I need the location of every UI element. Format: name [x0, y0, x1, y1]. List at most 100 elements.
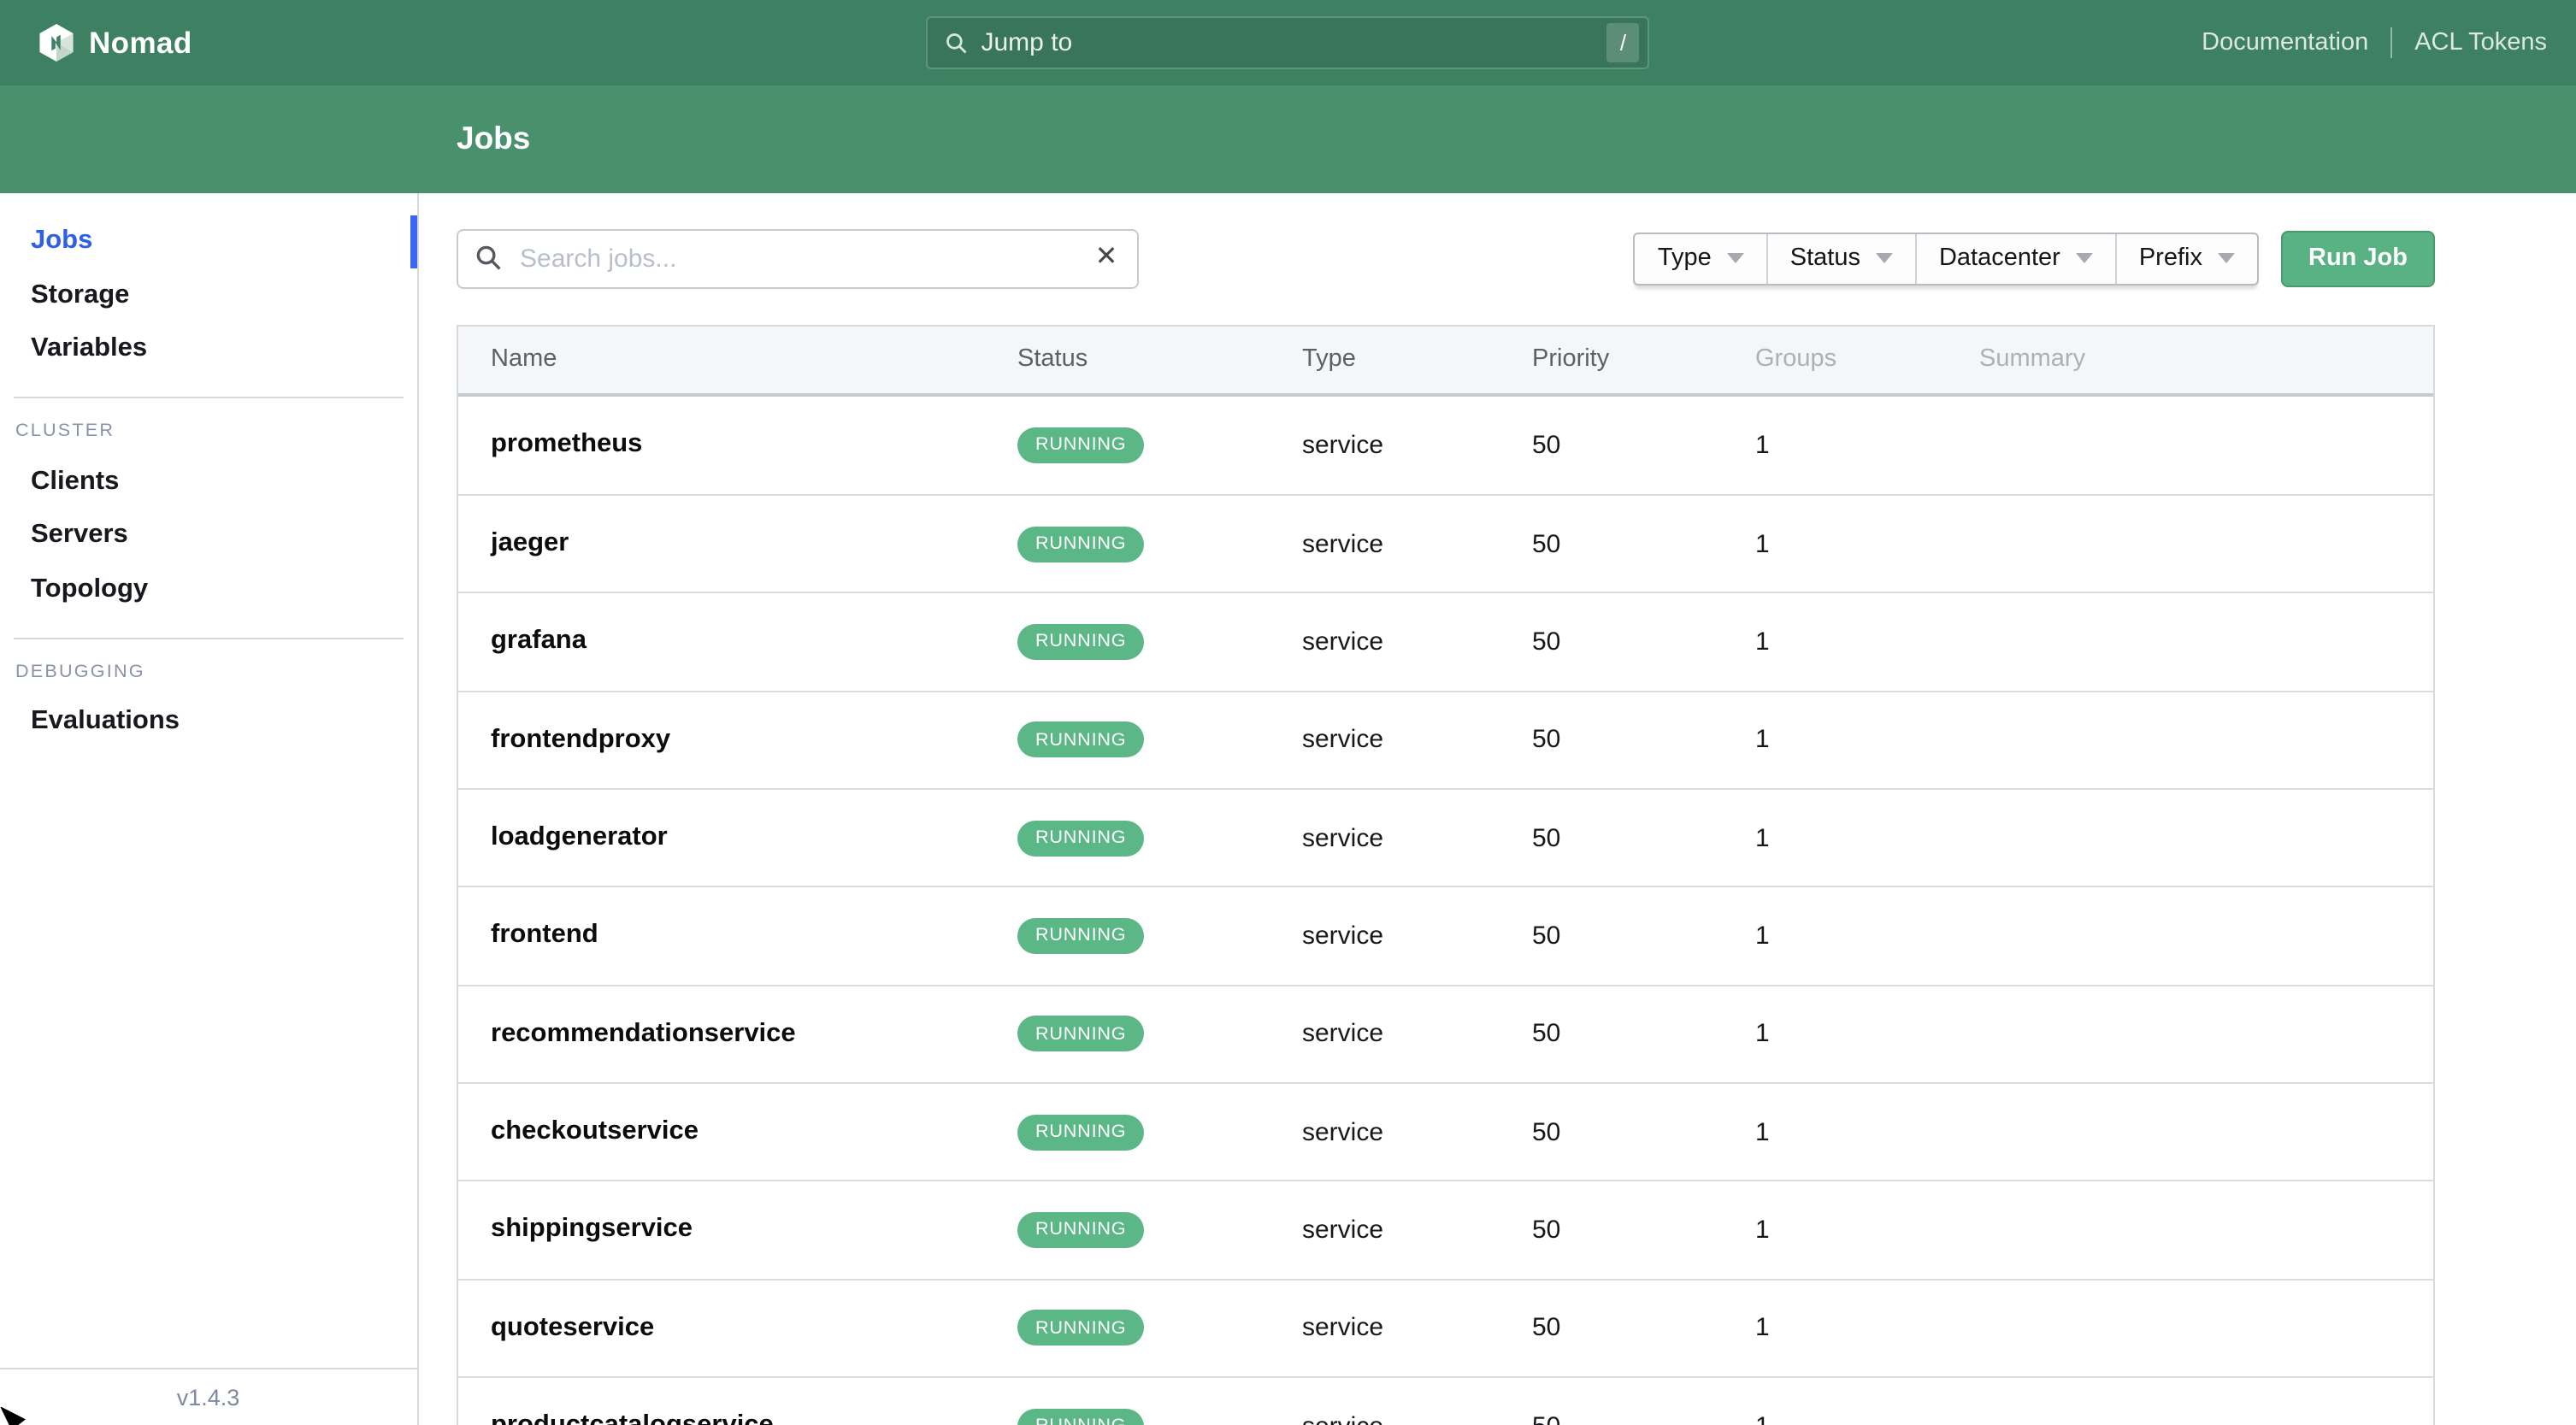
sidebar-divider [14, 637, 403, 639]
search-icon [946, 31, 970, 55]
jump-to-search[interactable]: Jump to / [926, 16, 1650, 69]
chevron-down-icon [1875, 253, 1893, 263]
close-icon[interactable]: ✕ [1084, 235, 1129, 280]
sidebar: Jobs Storage Variables CLUSTER Clients S… [0, 192, 418, 1425]
link-divider [2390, 27, 2393, 58]
job-type: service [1302, 921, 1384, 951]
table-row[interactable]: checkoutservice RUNNING service 50 1 [458, 1081, 2433, 1181]
jobs-toolbar: ✕ Type Status Datacenter [457, 228, 2435, 288]
job-type: service [1302, 1215, 1384, 1245]
job-priority: 50 [1532, 1215, 1561, 1245]
filter-datacenter[interactable]: Datacenter [1914, 233, 2115, 283]
job-name: jaeger [491, 528, 569, 558]
table-row[interactable]: productcatalogservice RUNNING service 50… [458, 1375, 2433, 1425]
nomad-brand[interactable]: Nomad [39, 24, 192, 62]
sidebar-item-variables[interactable]: Variables [0, 322, 416, 376]
status-badge: RUNNING [1017, 1408, 1302, 1425]
job-name: recommendationservice [491, 1018, 796, 1048]
table-row[interactable]: jaeger RUNNING service 50 1 [458, 493, 2433, 592]
toolbar-right: Type Status Datacenter Prefix Run Job [1633, 230, 2435, 286]
table-row[interactable]: grafana RUNNING service 50 1 [458, 592, 2433, 691]
job-groups: 1 [1755, 921, 1770, 951]
job-priority: 50 [1532, 1411, 1755, 1425]
filter-status[interactable]: Status [1765, 233, 1915, 283]
sidebar-section-debugging: DEBUGGING [15, 661, 145, 681]
table-row[interactable]: loadgenerator RUNNING service 50 1 [458, 787, 2433, 886]
job-priority: 50 [1532, 1019, 1561, 1049]
job-name: grafana [491, 626, 587, 656]
table-row[interactable]: recommendationservice RUNNING service 50… [458, 984, 2433, 1082]
job-type: service [1302, 430, 1384, 460]
job-name: checkoutservice [491, 1116, 699, 1146]
job-groups: 1 [1755, 627, 1770, 657]
body-row: Jobs Storage Variables CLUSTER Clients S… [0, 192, 2576, 1425]
job-type: service [1302, 627, 1384, 657]
column-header-status[interactable]: Status [1017, 346, 1302, 374]
nomad-logo-icon [39, 24, 74, 62]
sidebar-divider [14, 397, 403, 398]
job-groups: 1 [1755, 1411, 1979, 1425]
sidebar-item-storage[interactable]: Storage [0, 268, 416, 322]
sidebar-item-label: Servers [31, 520, 128, 550]
documentation-link[interactable]: Documentation [2202, 29, 2368, 56]
sidebar-item-topology[interactable]: Topology [0, 562, 416, 616]
search-icon [475, 244, 503, 280]
status-badge: RUNNING [1017, 721, 1302, 758]
job-type: service [1302, 725, 1384, 755]
sidebar-item-label: Variables [31, 333, 148, 363]
sidebar-item-label: Jobs [31, 226, 93, 256]
jobs-table-header: Name Status Type Priority Groups Summary [458, 327, 2433, 396]
filter-type[interactable]: Type [1636, 233, 1766, 283]
jobs-search-box: ✕ [457, 228, 1139, 288]
filter-label: Datacenter [1938, 244, 2060, 272]
status-badge: RUNNING [1017, 820, 1302, 857]
sidebar-item-servers[interactable]: Servers [0, 509, 416, 562]
column-header-name[interactable]: Name [491, 346, 1017, 374]
job-groups: 1 [1755, 1019, 1770, 1049]
page-title: Jobs [457, 120, 531, 156]
run-job-button[interactable]: Run Job [2281, 230, 2435, 286]
active-indicator [410, 215, 416, 268]
job-name: prometheus [491, 429, 643, 459]
job-groups: 1 [1755, 529, 1770, 559]
filter-prefix[interactable]: Prefix [2114, 233, 2257, 283]
table-row[interactable]: prometheus RUNNING service 50 1 [458, 396, 2433, 494]
table-row[interactable]: shippingservice RUNNING service 50 1 [458, 1180, 2433, 1279]
status-badge: RUNNING [1017, 526, 1302, 562]
job-table-body: prometheus RUNNING service 50 1 jaeger R… [458, 396, 2433, 1425]
chevron-down-icon [2075, 253, 2093, 263]
status-badge: RUNNING [1017, 1310, 1302, 1346]
job-groups: 1 [1755, 725, 1770, 755]
status-badge: RUNNING [1017, 1211, 1302, 1248]
acl-tokens-link[interactable]: ACL Tokens [2414, 29, 2547, 56]
sidebar-section-cluster: CLUSTER [15, 421, 115, 441]
sidebar-item-label: Clients [31, 466, 120, 496]
jump-to-placeholder: Jump to [981, 28, 1073, 57]
job-priority: 50 [1532, 1117, 1561, 1147]
column-header-type[interactable]: Type [1302, 346, 1532, 374]
sidebar-item-evaluations[interactable]: Evaluations [0, 695, 416, 749]
job-type: service [1302, 529, 1384, 559]
sidebar-item-label: Storage [31, 280, 130, 309]
sidebar-item-clients[interactable]: Clients [0, 455, 416, 509]
job-groups: 1 [1755, 823, 1770, 853]
table-row[interactable]: frontendproxy RUNNING service 50 1 [458, 690, 2433, 788]
job-name: frontendproxy [491, 724, 671, 754]
job-priority: 50 [1532, 823, 1561, 853]
status-badge: RUNNING [1017, 623, 1302, 660]
screen: Nomad Jump to / Documentation ACL Tokens… [0, 0, 2576, 1425]
jobs-table: Name Status Type Priority Groups Summary… [457, 325, 2435, 1425]
sidebar-item-jobs[interactable]: Jobs [0, 215, 416, 268]
table-row[interactable]: quoteservice RUNNING service 50 1 [458, 1278, 2433, 1376]
job-name: frontend [491, 920, 598, 950]
jobs-search-input[interactable] [457, 228, 1139, 288]
table-row[interactable]: frontend RUNNING service 50 1 [458, 886, 2433, 985]
version-label: v1.4.3 [0, 1367, 416, 1425]
filter-group: Type Status Datacenter Prefix [1633, 232, 2259, 285]
filter-label: Prefix [2138, 244, 2202, 272]
job-type: service [1302, 823, 1384, 853]
chevron-down-icon [1726, 253, 1744, 263]
job-priority: 50 [1532, 430, 1561, 460]
column-header-priority[interactable]: Priority [1532, 346, 1755, 374]
filter-label: Type [1657, 244, 1712, 272]
